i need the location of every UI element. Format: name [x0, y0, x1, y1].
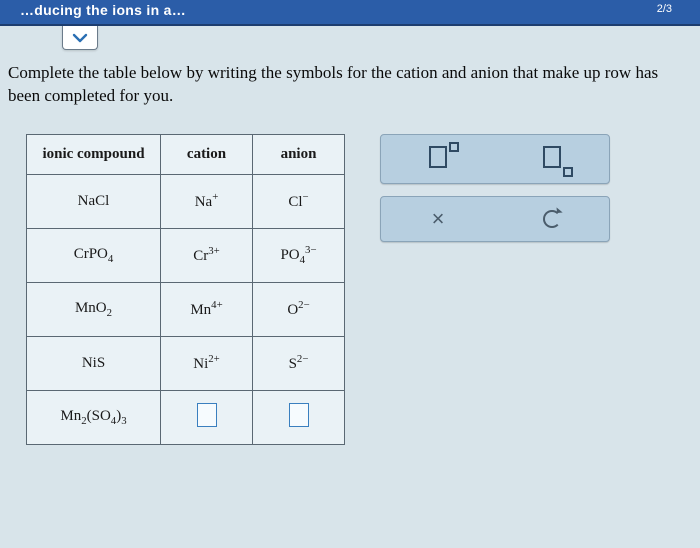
compound-formula: Mn2(SO4)3	[60, 409, 126, 427]
action-toolbar: ×	[380, 196, 610, 242]
answer-input[interactable]	[197, 403, 217, 427]
anion-formula: S2−	[289, 354, 309, 372]
table-row: CrPO4 Cr3+ PO43−	[27, 229, 345, 283]
cell-cation: Na+	[161, 175, 253, 229]
cell-cation: Cr3+	[161, 229, 253, 283]
section-dropdown[interactable]	[62, 26, 98, 50]
cell-cation: Mn4+	[161, 283, 253, 337]
header-anion: anion	[253, 135, 345, 175]
subscript-template-icon	[543, 146, 561, 173]
table-row: NiS Ni2+ S2−	[27, 337, 345, 391]
subscript-template-button[interactable]	[524, 142, 580, 176]
window-titlebar: …ducing the ions in a… 2/3	[0, 0, 700, 26]
cation-formula: Ni2+	[193, 354, 220, 372]
cation-formula: Na+	[195, 192, 219, 210]
table-row: MnO2 Mn4+ O2−	[27, 283, 345, 337]
ionic-table-wrap: ionic compound cation anion NaCl Na+ Cl− Cr…	[26, 134, 345, 445]
cell-compound: Mn2(SO4)3	[27, 391, 161, 445]
chevron-down-icon	[72, 32, 88, 44]
cell-compound: CrPO4	[27, 229, 161, 283]
table-row: NaCl Na+ Cl−	[27, 175, 345, 229]
table-row: Mn2(SO4)3	[27, 391, 345, 445]
cell-compound: NaCl	[27, 175, 161, 229]
table-header-row: ionic compound cation anion	[27, 135, 345, 175]
cell-anion: PO43−	[253, 229, 345, 283]
instruction-text: Complete the table below by writing the …	[8, 62, 692, 108]
header-cation: cation	[161, 135, 253, 175]
table-body: NaClNa+Cl−CrPO4Cr3+PO43−MnO2Mn4+O2−NiSNi…	[27, 175, 345, 445]
compound-formula: CrPO4	[74, 247, 114, 265]
cell-compound: NiS	[27, 337, 161, 391]
anion-formula: O2−	[287, 300, 309, 318]
compound-formula: MnO2	[75, 301, 112, 319]
superscript-template-button[interactable]	[410, 142, 466, 176]
clear-button[interactable]: ×	[414, 203, 462, 235]
cell-cation: Ni2+	[161, 337, 253, 391]
answer-input[interactable]	[289, 403, 309, 427]
superscript-template-icon	[429, 146, 447, 173]
cation-formula: Cr3+	[193, 246, 220, 264]
cell-anion[interactable]	[253, 391, 345, 445]
reset-button[interactable]	[528, 203, 576, 235]
cell-anion: S2−	[253, 337, 345, 391]
header-compound: ionic compound	[27, 135, 161, 175]
anion-formula: Cl−	[288, 192, 308, 210]
cell-anion: Cl−	[253, 175, 345, 229]
compound-formula: NaCl	[78, 194, 110, 209]
title-fragment: …ducing the ions in a…	[20, 2, 186, 18]
compound-formula: NiS	[82, 356, 105, 371]
anion-formula: PO43−	[280, 245, 316, 266]
cell-compound: MnO2	[27, 283, 161, 337]
cell-cation[interactable]	[161, 391, 253, 445]
reset-icon	[543, 210, 561, 228]
page-progress: 2/3	[657, 3, 672, 15]
cation-formula: Mn4+	[190, 300, 222, 318]
ionic-table: ionic compound cation anion NaCl Na+ Cl− Cr…	[26, 134, 345, 445]
tool-panel: ×	[380, 134, 610, 242]
cell-anion: O2−	[253, 283, 345, 337]
x-icon: ×	[432, 206, 445, 232]
template-toolbar	[380, 134, 610, 184]
